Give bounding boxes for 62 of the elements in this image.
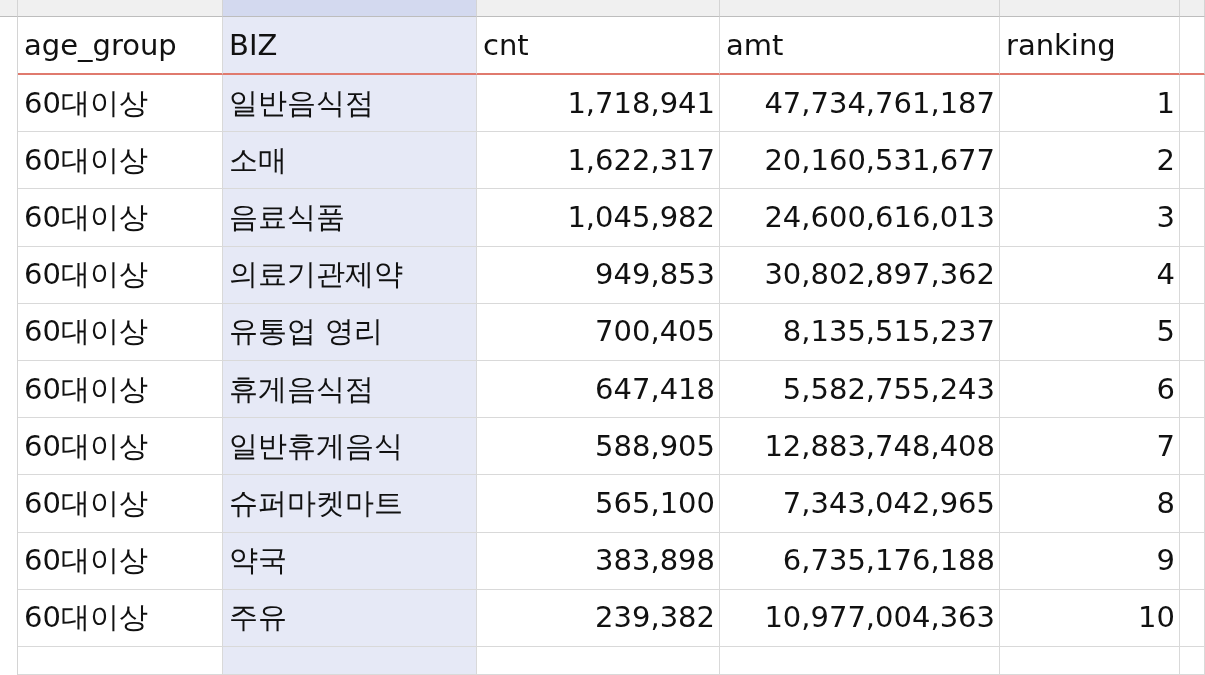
empty-cell bbox=[1180, 418, 1205, 476]
table-cell: 2 bbox=[1000, 132, 1180, 190]
table-cell: 647,418 bbox=[477, 360, 720, 419]
table-cell: 1,622,317 bbox=[477, 132, 720, 190]
column-selector[interactable] bbox=[477, 0, 720, 17]
empty-cell bbox=[1180, 360, 1205, 419]
empty-cell bbox=[1180, 303, 1205, 361]
column-selector[interactable] bbox=[18, 0, 223, 17]
header-cell: BIZ bbox=[223, 17, 477, 75]
table-cell: 10,977,004,363 bbox=[720, 589, 1000, 647]
empty-cell bbox=[1180, 646, 1205, 675]
table-cell: 약국 bbox=[223, 532, 477, 590]
table-cell: 239,382 bbox=[477, 589, 720, 647]
table-cell: 5,582,755,243 bbox=[720, 360, 1000, 419]
table-cell: 565,100 bbox=[477, 475, 720, 533]
table-cell: 음료식품 bbox=[223, 189, 477, 247]
table-cell: 20,160,531,677 bbox=[720, 132, 1000, 190]
table-cell: 47,734,761,187 bbox=[720, 75, 1000, 133]
table-cell: 6,735,176,188 bbox=[720, 532, 1000, 590]
table-cell: 휴게음식점 bbox=[223, 360, 477, 419]
table-cell: 949,853 bbox=[477, 246, 720, 304]
table-cell: 6 bbox=[1000, 360, 1180, 419]
table-cell: 7,343,042,965 bbox=[720, 475, 1000, 533]
table-cell: 주유 bbox=[223, 589, 477, 647]
empty-cell bbox=[1180, 246, 1205, 304]
table-cell: 383,898 bbox=[477, 532, 720, 590]
table-cell: 의료기관제약 bbox=[223, 246, 477, 304]
empty-cell bbox=[1180, 189, 1205, 247]
empty-cell bbox=[1180, 75, 1205, 133]
header-cell: cnt bbox=[477, 17, 720, 75]
table-cell: 4 bbox=[1000, 246, 1180, 304]
table-cell: 7 bbox=[1000, 418, 1180, 476]
table-cell: 소매 bbox=[223, 132, 477, 190]
empty-cell bbox=[1180, 132, 1205, 190]
column-selector[interactable] bbox=[720, 0, 1000, 17]
column-selector[interactable] bbox=[1000, 0, 1180, 17]
table-cell: 일반휴게음식 bbox=[223, 418, 477, 476]
table-cell: 1 bbox=[1000, 75, 1180, 133]
table-cell: 1,718,941 bbox=[477, 75, 720, 133]
table-cell: 8,135,515,237 bbox=[720, 303, 1000, 361]
empty-cell bbox=[1180, 532, 1205, 590]
column-selector[interactable] bbox=[1180, 0, 1205, 17]
corner-cell[interactable] bbox=[0, 0, 18, 17]
table-cell: 3 bbox=[1000, 189, 1180, 247]
table-cell: 8 bbox=[1000, 475, 1180, 533]
header-cell: ranking bbox=[1000, 17, 1180, 75]
empty-cell bbox=[1180, 475, 1205, 533]
table-cell: 5 bbox=[1000, 303, 1180, 361]
table-cell: 24,600,616,013 bbox=[720, 189, 1000, 247]
empty-cell bbox=[1180, 589, 1205, 647]
table-cell: 슈퍼마켓마트 bbox=[223, 475, 477, 533]
header-cell: amt bbox=[720, 17, 1000, 75]
table-cell: 588,905 bbox=[477, 418, 720, 476]
table-cell: 9 bbox=[1000, 532, 1180, 590]
table-cell: 12,883,748,408 bbox=[720, 418, 1000, 476]
table-cell: 700,405 bbox=[477, 303, 720, 361]
table-cell: 일반음식점 bbox=[223, 75, 477, 133]
table-cell: 30,802,897,362 bbox=[720, 246, 1000, 304]
table-cell: 10 bbox=[1000, 589, 1180, 647]
table-cell: 1,045,982 bbox=[477, 189, 720, 247]
column-selector[interactable] bbox=[223, 0, 477, 17]
table-cell: 유통업 영리 bbox=[223, 303, 477, 361]
